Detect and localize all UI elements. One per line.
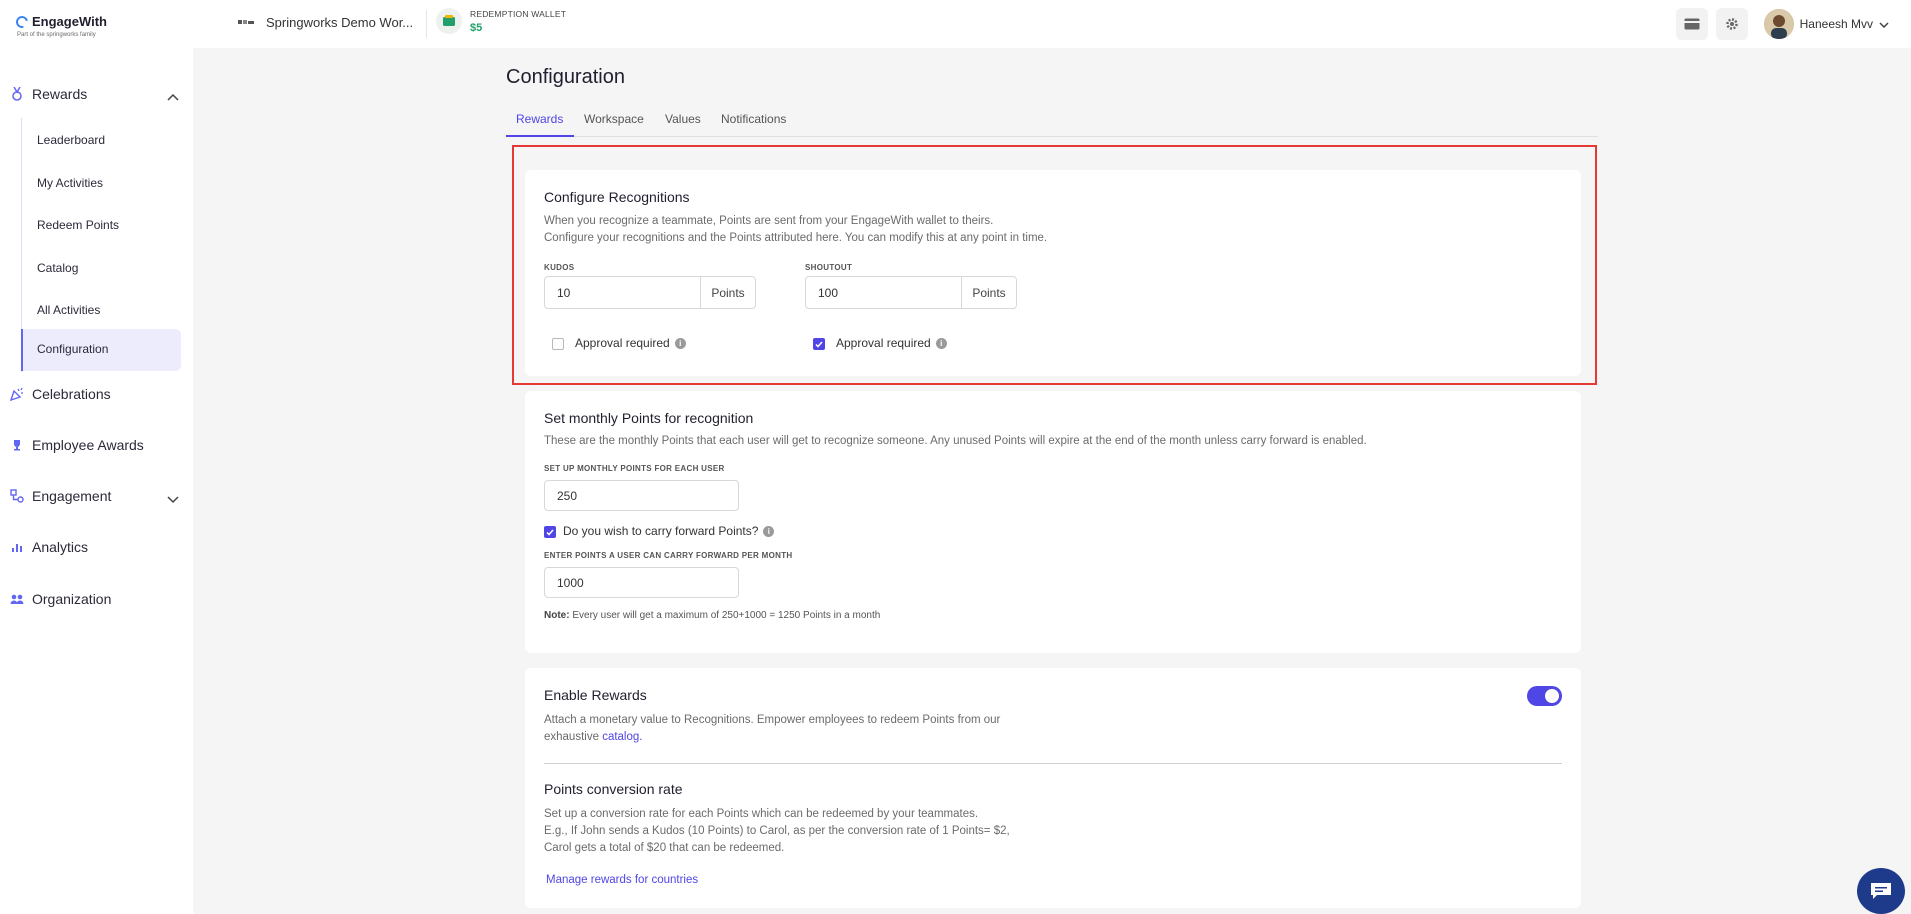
top-bar: EngageWith Part of the springworks famil…	[0, 0, 1911, 48]
manage-rewards-link[interactable]: Manage rewards for countries	[546, 872, 698, 889]
user-name: Haneesh Mvv	[1799, 17, 1873, 31]
people-icon	[10, 592, 24, 606]
carry-forward-text: Do you wish to carry forward Points?	[563, 524, 759, 538]
card-icon[interactable]	[1675, 8, 1708, 40]
monthly-points-input[interactable]: 250	[544, 480, 739, 511]
enable-rewards-card: Enable Rewards Attach a monetary value t…	[525, 668, 1581, 908]
sidebar-item-label: Celebrations	[32, 386, 111, 402]
highlight-box	[512, 145, 1597, 385]
note-body: Every user will get a maximum of 250+100…	[572, 610, 881, 621]
wallet-amount: $5	[470, 21, 483, 34]
sidebar-item-label: Engagement	[32, 488, 112, 504]
wallet-label: REDEMPTION WALLET	[470, 8, 567, 19]
description-line: Attach a monetary value to Recognitions.…	[544, 714, 1001, 726]
sidebar-item-engagement[interactable]: Engagement	[10, 488, 111, 504]
sidebar-item-label: Rewards	[32, 86, 88, 102]
tab-notifications[interactable]: Notifications	[721, 112, 786, 126]
card-description: Attach a monetary value to Recognitions.…	[544, 712, 1000, 746]
sidebar-item-configuration[interactable]: Configuration	[37, 342, 108, 356]
carry-forward-field-label: ENTER POINTS A USER CAN CARRY FORWARD PE…	[544, 551, 793, 560]
logo-icon	[13, 13, 31, 30]
workspace-selector[interactable]: Springworks Demo Wor...	[238, 15, 413, 30]
workspace-name: Springworks Demo Wor...	[266, 15, 414, 30]
active-tab-underline	[506, 135, 574, 137]
logo-text: EngageWith	[32, 14, 107, 29]
note-text: Note: Every user will get a maximum of 2…	[544, 610, 880, 621]
workspace-icon	[238, 18, 256, 28]
logo[interactable]: EngageWith Part of the springworks famil…	[13, 13, 107, 38]
description-line: E.g., If John sends a Kudos (10 Points) …	[544, 825, 1010, 837]
sidebar-item-employee-awards[interactable]: Employee Awards	[10, 437, 144, 453]
sidebar-item-catalog[interactable]: Catalog	[37, 261, 78, 275]
carry-forward-checkbox[interactable]	[544, 526, 556, 538]
analytics-icon	[10, 540, 24, 554]
description-line: Carol gets a total of $20 that can be re…	[544, 842, 785, 854]
top-right-actions: Haneesh Mvv	[1675, 8, 1911, 40]
sidebar-item-label: Employee Awards	[32, 437, 144, 453]
carry-forward-input[interactable]: 1000	[544, 567, 739, 598]
sidebar-item-celebrations[interactable]: Celebrations	[10, 386, 111, 402]
description-prefix: exhaustive	[544, 731, 599, 743]
chevron-down-icon	[1879, 17, 1889, 31]
chevron-down-icon[interactable]	[167, 491, 179, 504]
description-line: Set up a conversion rate for each Points…	[544, 808, 979, 820]
sidebar-item-my-activities[interactable]: My Activities	[37, 176, 103, 190]
medal-icon	[10, 87, 24, 101]
sidebar-item-all-activities[interactable]: All Activities	[37, 303, 100, 317]
sidebar: Rewards Leaderboard My Activities Redeem…	[0, 48, 193, 914]
conversion-title: Points conversion rate	[544, 781, 683, 797]
avatar	[1763, 9, 1794, 39]
wallet-icon	[436, 8, 462, 34]
header-divider	[426, 10, 427, 38]
carry-forward-label: Do you wish to carry forward Points? i	[563, 524, 775, 538]
note-label: Note:	[544, 610, 570, 621]
catalog-link[interactable]: catalog.	[602, 731, 642, 743]
user-menu[interactable]: Haneesh Mvv	[1763, 9, 1889, 39]
chevron-up-icon[interactable]	[167, 88, 179, 101]
monthly-points-card: Set monthly Points for recognition These…	[525, 391, 1581, 653]
sidebar-item-redeem-points[interactable]: Redeem Points	[37, 218, 119, 232]
sidebar-item-rewards[interactable]: Rewards	[10, 86, 87, 102]
sidebar-item-leaderboard[interactable]: Leaderboard	[37, 133, 105, 147]
tab-values[interactable]: Values	[665, 112, 701, 126]
logo-subtitle: Part of the springworks family	[17, 32, 96, 38]
party-icon	[10, 387, 24, 401]
enable-rewards-toggle[interactable]	[1527, 686, 1562, 706]
info-icon[interactable]: i	[763, 525, 775, 537]
card-title: Set monthly Points for recognition	[544, 410, 754, 426]
sidebar-item-label: Organization	[32, 591, 112, 607]
card-title: Enable Rewards	[544, 687, 647, 703]
card-description: These are the monthly Points that each u…	[544, 435, 1367, 447]
conversion-description: Set up a conversion rate for each Points…	[544, 806, 1010, 857]
tab-workspace[interactable]: Workspace	[584, 112, 644, 126]
redemption-wallet[interactable]: REDEMPTION WALLET $5	[436, 8, 566, 34]
description-line: exhaustive catalog.	[544, 729, 1000, 746]
sidebar-item-label: Analytics	[32, 539, 89, 555]
tab-bar: Rewards Workspace Values Notifications	[506, 106, 1598, 137]
sidebar-item-organization[interactable]: Organization	[10, 591, 111, 607]
engagement-icon	[10, 489, 24, 503]
sidebar-item-analytics[interactable]: Analytics	[10, 539, 88, 555]
chat-icon[interactable]	[1857, 868, 1905, 914]
monthly-points-label: SET UP MONTHLY POINTS FOR EACH USER	[544, 464, 725, 473]
trophy-icon	[10, 438, 24, 452]
tab-rewards[interactable]: Rewards	[516, 112, 563, 126]
toggle-knob	[1545, 689, 1559, 703]
gear-icon[interactable]	[1715, 8, 1748, 40]
page-title: Configuration	[506, 66, 625, 88]
section-divider	[544, 763, 1562, 764]
